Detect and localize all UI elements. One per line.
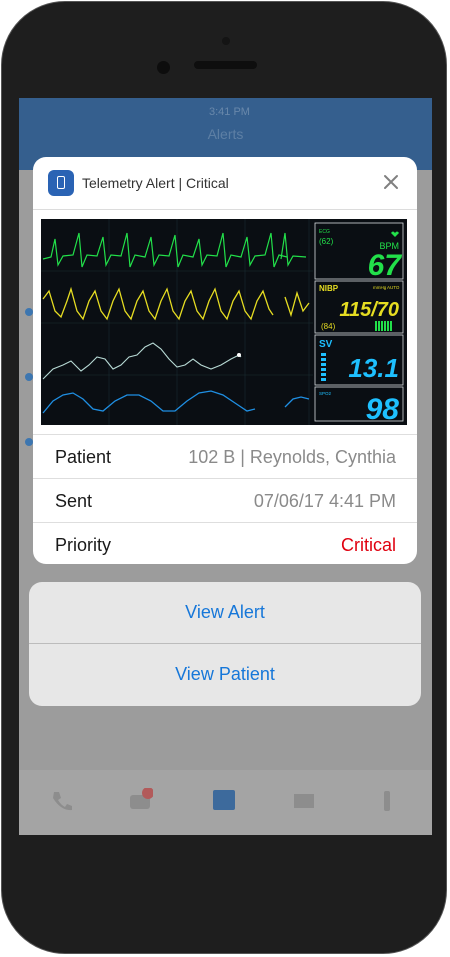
detail-row-sent: Sent 07/06/17 4:41 PM [33,478,417,522]
status-time: 3:41 PM [209,106,250,118]
view-alert-button[interactable]: View Alert [29,582,421,643]
pulse-rate-small-value: (84) [321,322,336,331]
background-list-dot [25,373,33,381]
view-patient-button[interactable]: View Patient [29,644,421,705]
detail-row-patient: Patient 102 B | Reynolds, Cynthia [33,434,417,478]
sent-label: Sent [55,491,93,511]
priority-value: Critical [340,535,396,555]
blood-pressure-value: 115/70 [339,299,399,321]
spo2-label: SPO2 [319,391,332,396]
nibp-unit: mmHg [373,285,387,290]
notification-card: Telemetry Alert | Critical ECG (62) BPM … [33,157,417,564]
proximity-sensor [222,37,230,45]
hr-small-value: (62) [319,237,334,246]
close-icon[interactable] [379,170,403,194]
front-camera [157,61,170,74]
nibp-label: NIBP [319,284,339,293]
background-list-dot [25,308,33,316]
lists-tab-icon [294,794,314,808]
patient-value: 102 B | Reynolds, Cynthia [188,447,396,467]
sv-label: SV [319,339,333,350]
priority-label: Priority [55,535,112,555]
notification-header: Telemetry Alert | Critical [33,157,417,210]
earpiece-speaker [194,61,257,69]
sent-value: 07/06/17 4:41 PM [253,491,396,511]
patient-label: Patient [55,447,112,467]
stroke-volume-value: 13.1 [348,353,399,383]
background-tab-bar [19,770,432,835]
patient-monitor-image: ECG (62) BPM 67 NIBP mmHg AUTO 115/70 (8… [41,219,407,425]
notification-title: Telemetry Alert | Critical [82,175,229,191]
phone-icon [48,170,74,196]
detail-row-priority: Priority Critical [33,522,417,564]
messages-tab-icon [130,788,153,809]
alerts-tab-icon [213,790,235,810]
heart-rate-value: 67 [368,249,403,282]
notification-actions: View Alert View Patient [29,582,421,706]
more-tab-icon [384,791,390,811]
phone-frame: 3:41 PM Alerts Telemetry Alert | Critica… [0,0,450,957]
ecg-label: ECG [319,229,330,235]
phone-tab-icon [53,792,72,811]
background-list-dot [25,438,33,446]
background-title: Alerts [207,126,244,142]
notification-details: Patient 102 B | Reynolds, Cynthia Sent 0… [33,434,417,564]
nibp-mode: AUTO [387,285,400,290]
heart-icon [391,231,399,237]
spo2-value: 98 [366,393,400,425]
